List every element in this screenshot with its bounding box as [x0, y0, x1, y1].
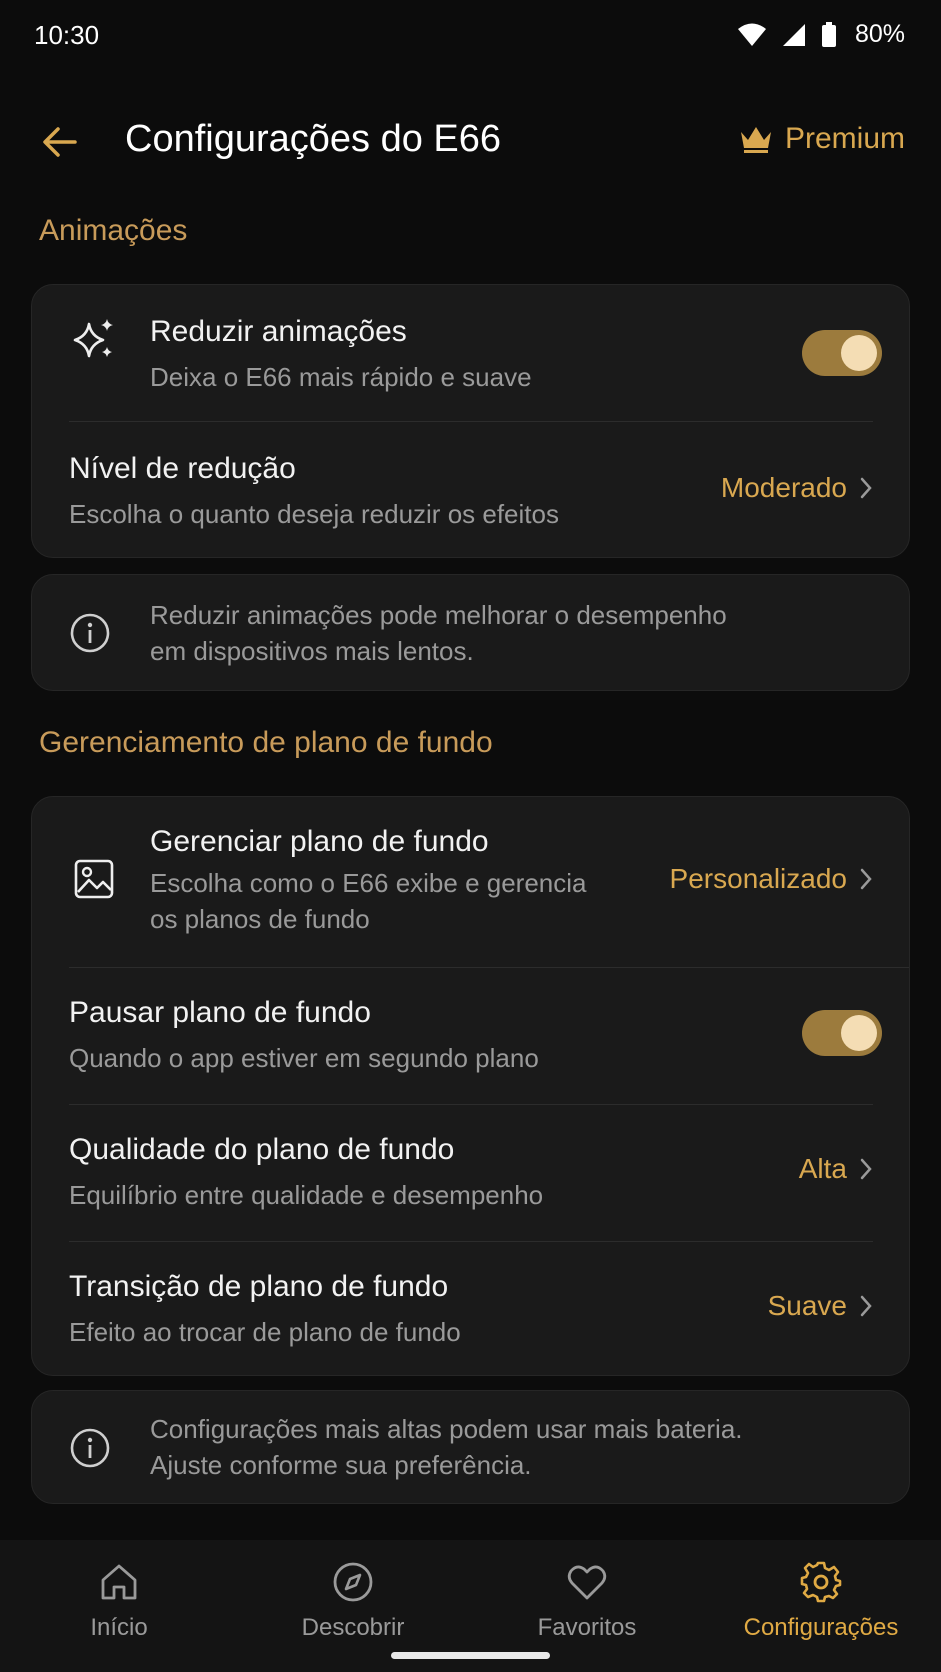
info-icon [70, 613, 110, 653]
pause-background-row[interactable]: Pausar plano de fundo Quando o app estiv… [32, 968, 909, 1104]
background-info-line1: Configurações mais altas podem usar mais… [150, 1414, 743, 1444]
manage-background-subtitle-line2: os planos de fundo [150, 904, 370, 934]
reduction-level-value: Moderado [721, 472, 873, 504]
reduction-level-subtitle: Escolha o quanto deseja reduzir os efeit… [69, 499, 559, 529]
nav-item-inicio[interactable]: Início [19, 1560, 219, 1642]
background-quality-value: Alta [799, 1153, 873, 1185]
manage-background-value-text: Personalizado [669, 863, 847, 894]
reduce-animations-title: Reduzir animações [150, 315, 407, 348]
nav-item-descobrir[interactable]: Descobrir [253, 1560, 453, 1642]
reduction-level-value-text: Moderado [720, 472, 847, 503]
reduction-level-title: Nível de redução [69, 452, 296, 485]
sparkles-icon [70, 315, 118, 363]
app-bar: Configurações do E66 Premium [0, 100, 941, 184]
reduce-animations-subtitle: Deixa o E66 mais rápido e suave [150, 362, 532, 392]
manage-background-subtitle-line1: Escolha como o E66 exibe e gerencia [150, 868, 587, 898]
background-transition-row[interactable]: Transição de plano de fundo Efeito ao tr… [32, 1242, 909, 1376]
pause-background-title: Pausar plano de fundo [69, 996, 371, 1029]
reduce-animations-row[interactable]: Reduzir animações Deixa o E66 mais rápid… [32, 285, 909, 421]
battery-icon [821, 21, 836, 47]
status-icons: 80% [737, 20, 905, 49]
home-indicator [391, 1652, 550, 1659]
nav-label-inicio: Início [90, 1614, 148, 1641]
gear-icon [800, 1561, 842, 1603]
animations-info-card: Reduzir animações pode melhorar o desemp… [31, 574, 910, 691]
chevron-right-icon [860, 1295, 872, 1317]
toggle-knob [841, 1015, 877, 1051]
background-quality-subtitle: Equilíbrio entre qualidade e desempenho [69, 1180, 544, 1210]
nav-item-configuracoes[interactable]: Configurações [721, 1560, 921, 1642]
background-info-card: Configurações mais altas podem usar mais… [31, 1390, 910, 1504]
background-quality-row[interactable]: Qualidade do plano de fundo Equilíbrio e… [32, 1105, 909, 1241]
animations-info-line1: Reduzir animações pode melhorar o desemp… [150, 600, 727, 630]
premium-button[interactable]: Premium [739, 122, 905, 156]
battery-percentage: 80% [854, 20, 905, 48]
nav-label-descobrir: Descobrir [301, 1614, 405, 1641]
page-title: Configurações do E66 [125, 118, 502, 160]
home-icon [101, 1564, 137, 1600]
animations-card: Reduzir animações Deixa o E66 mais rápid… [31, 284, 910, 558]
arrow-left-icon [43, 127, 77, 157]
chevron-right-icon [860, 868, 872, 890]
crown-icon [740, 127, 771, 153]
manage-background-value: Personalizado [670, 863, 873, 895]
background-quality-value-text: Alta [798, 1153, 847, 1184]
info-icon [70, 1428, 110, 1468]
compass-icon [333, 1562, 373, 1602]
manage-background-title: Gerenciar plano de fundo [150, 825, 489, 858]
image-icon [70, 855, 118, 903]
section-title-background: Gerenciamento de plano de fundo [39, 726, 493, 759]
nav-label-favoritos: Favoritos [537, 1614, 637, 1641]
pause-background-subtitle: Quando o app estiver em segundo plano [69, 1043, 539, 1073]
background-transition-value: Suave [768, 1290, 873, 1322]
manage-background-row[interactable]: Gerenciar plano de fundo Escolha como o … [32, 797, 909, 967]
chevron-right-icon [860, 477, 872, 499]
status-bar: 10:30 80% [0, 0, 941, 76]
chevron-right-icon [860, 1158, 872, 1180]
nav-label-configuracoes: Configurações [743, 1614, 899, 1641]
background-info-line2: Ajuste conforme sua preferência. [150, 1450, 532, 1480]
toggle-knob [841, 335, 877, 371]
reduce-animations-toggle[interactable] [802, 330, 882, 376]
premium-label: Premium [784, 122, 905, 155]
signal-icon [782, 23, 805, 46]
status-time: 10:30 [34, 20, 100, 50]
animations-info-line2: em dispositivos mais lentos. [150, 636, 474, 666]
heart-icon [567, 1565, 607, 1600]
background-transition-subtitle: Efeito ao trocar de plano de fundo [69, 1317, 461, 1347]
pause-background-toggle[interactable] [802, 1010, 882, 1056]
back-button[interactable] [36, 118, 84, 166]
background-transition-title: Transição de plano de fundo [69, 1270, 449, 1303]
section-title-animations: Animações [39, 214, 188, 247]
background-card: Gerenciar plano de fundo Escolha como o … [31, 796, 910, 1376]
reduction-level-row[interactable]: Nível de redução Escolha o quanto deseja… [32, 422, 909, 558]
background-transition-value-text: Suave [767, 1290, 847, 1321]
wifi-icon [737, 23, 766, 46]
background-quality-title: Qualidade do plano de fundo [69, 1133, 455, 1166]
nav-item-favoritos[interactable]: Favoritos [487, 1560, 687, 1642]
